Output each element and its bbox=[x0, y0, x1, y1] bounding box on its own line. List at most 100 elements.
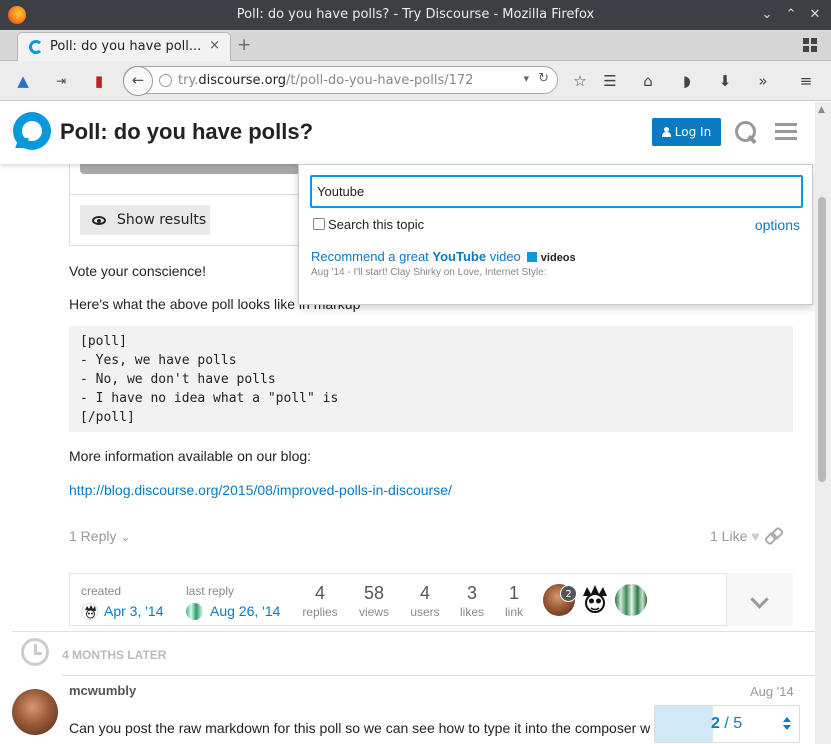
tab-close-icon[interactable]: × bbox=[209, 38, 220, 53]
minimize-icon[interactable]: ⌄ bbox=[757, 5, 777, 25]
heart-icon: ♥ bbox=[751, 528, 760, 544]
like-button[interactable]: 1 Like ♥ bbox=[710, 528, 760, 544]
stat-link-label: link bbox=[504, 605, 523, 619]
overflow-icon[interactable]: » bbox=[751, 69, 775, 93]
divider bbox=[62, 675, 815, 676]
search-topic-label[interactable]: Search this topic bbox=[328, 217, 424, 232]
search-topic-checkbox[interactable] bbox=[313, 218, 325, 230]
scrollbar-thumb[interactable] bbox=[818, 197, 826, 482]
scroll-up-icon[interactable]: ▲ bbox=[818, 105, 825, 115]
participant-avatar[interactable] bbox=[579, 584, 611, 616]
stat-views-label: views bbox=[358, 605, 389, 619]
home-icon[interactable]: ⌂ bbox=[636, 69, 660, 93]
last-reply-label: last reply bbox=[186, 584, 235, 598]
post-date[interactable]: Aug '14 bbox=[750, 684, 794, 699]
poll-divider bbox=[69, 194, 298, 195]
tab-grid-icon[interactable] bbox=[803, 38, 817, 52]
discourse-logo-icon[interactable] bbox=[13, 112, 51, 150]
stat-views-number: 58 bbox=[363, 583, 385, 603]
category-swatch bbox=[526, 252, 537, 262]
participant-avatar[interactable] bbox=[615, 584, 647, 616]
expand-summary-button[interactable] bbox=[726, 573, 793, 626]
globe-icon bbox=[159, 74, 172, 87]
topic-progress[interactable]: 2 / 5 bbox=[654, 705, 800, 743]
last-reply-date[interactable]: Aug 26, '14 bbox=[210, 603, 280, 619]
stat-link-number: 1 bbox=[508, 583, 519, 603]
download-icon[interactable]: ⬇ bbox=[713, 69, 737, 93]
discourse-favicon-icon bbox=[29, 40, 43, 54]
stat-users-label: users bbox=[410, 605, 440, 619]
page-content: Poll: do you have polls? Log In Show res… bbox=[0, 102, 815, 744]
clock-icon bbox=[21, 638, 49, 666]
close-window-icon[interactable]: ✕ bbox=[805, 5, 825, 25]
share-link-icon[interactable] bbox=[765, 527, 781, 543]
post-count-badge: 2 bbox=[560, 585, 577, 602]
search-input[interactable] bbox=[310, 175, 803, 208]
code-block: [poll] - Yes, we have polls - No, we don… bbox=[69, 326, 793, 432]
tab-bar: Poll: do you have poll... × + bbox=[0, 30, 831, 61]
home-arrow-icon[interactable]: ▲ bbox=[11, 69, 35, 93]
result-title-pre: Recommend a great bbox=[311, 249, 433, 264]
pocket-icon[interactable]: ⇥ bbox=[49, 69, 73, 93]
url-domain: discourse.org bbox=[198, 73, 286, 88]
maximize-icon[interactable]: ⌃ bbox=[781, 5, 801, 25]
blog-link[interactable]: http://blog.discourse.org/2015/08/improv… bbox=[69, 482, 452, 498]
tab-active[interactable]: Poll: do you have poll... × bbox=[17, 32, 231, 61]
stat-replies-number: 4 bbox=[314, 583, 325, 603]
eye-icon bbox=[92, 216, 106, 225]
search-result-link[interactable]: Recommend a great YouTube video videos bbox=[311, 249, 576, 264]
show-results-button[interactable]: Show results bbox=[80, 205, 210, 235]
chevron-down-icon: ⌄ bbox=[120, 530, 131, 544]
url-text[interactable]: try.discourse.org/t/poll-do-you-have-pol… bbox=[178, 73, 473, 88]
category-name[interactable]: videos bbox=[541, 252, 576, 264]
time-gap-label: 4 MONTHS LATER bbox=[62, 648, 167, 662]
search-options-link[interactable]: options bbox=[755, 217, 800, 233]
url-path: /t/poll-do-you-have-polls/172 bbox=[285, 73, 474, 88]
navigation-toolbar: ▲ ⇥ ▮ ← try.discourse.org/t/poll-do-you-… bbox=[0, 61, 831, 101]
topic-title[interactable]: Poll: do you have polls? bbox=[60, 119, 313, 145]
url-bar[interactable]: ← try.discourse.org/t/poll-do-you-have-p… bbox=[123, 66, 558, 96]
reading-list-icon[interactable]: ☰ bbox=[598, 69, 622, 93]
updown-arrows-icon[interactable] bbox=[783, 716, 791, 732]
post-paragraph: Vote your conscience! bbox=[69, 263, 206, 279]
bookmark-book-icon[interactable]: ▮ bbox=[87, 69, 111, 93]
search-icon[interactable] bbox=[734, 120, 758, 144]
bookmark-star-icon[interactable]: ☆ bbox=[568, 69, 592, 93]
post-text: Can you post the raw markdown for this p… bbox=[69, 720, 651, 736]
search-panel: Search this topic options Recommend a gr… bbox=[298, 164, 813, 305]
tab-label: Poll: do you have poll... bbox=[50, 39, 202, 54]
login-button[interactable]: Log In bbox=[652, 118, 721, 146]
reload-icon[interactable]: ↻ bbox=[538, 71, 549, 86]
reply-toggle[interactable]: 1 Reply ⌄ bbox=[69, 528, 130, 544]
hamburger-menu-icon[interactable] bbox=[775, 123, 797, 141]
back-button-icon[interactable]: ← bbox=[123, 66, 153, 96]
menu-icon[interactable]: ≡ bbox=[794, 69, 818, 93]
created-date[interactable]: Apr 3, '14 bbox=[104, 603, 164, 619]
rss-icon[interactable]: ◗ bbox=[675, 69, 699, 93]
search-result-meta: Aug '14 - I'll start! Clay Shirky on Lov… bbox=[311, 267, 547, 278]
new-tab-button[interactable]: + bbox=[237, 35, 251, 55]
divider bbox=[12, 631, 815, 632]
like-count: 1 Like bbox=[710, 528, 748, 544]
site-header: Poll: do you have polls? Log In bbox=[0, 102, 815, 164]
topic-summary: created Apr 3, '14 last reply Aug 26, '1… bbox=[69, 573, 793, 626]
progress-separator: / bbox=[719, 715, 734, 732]
stat-users-number: 4 bbox=[419, 583, 430, 603]
progress-text: 2 / 5 bbox=[711, 715, 742, 733]
progress-total: 5 bbox=[733, 715, 743, 732]
url-dropdown-icon[interactable]: ▾ bbox=[523, 72, 529, 85]
result-title-highlight: YouTube bbox=[432, 249, 487, 264]
window-titlebar: Poll: do you have polls? - Try Discourse… bbox=[0, 0, 831, 30]
created-label: created bbox=[81, 584, 122, 598]
post-username[interactable]: mcwumbly bbox=[69, 683, 136, 698]
last-reply-avatar[interactable] bbox=[186, 603, 203, 620]
poll-border bbox=[69, 245, 298, 246]
avatar[interactable] bbox=[12, 689, 58, 735]
url-host: try. bbox=[178, 73, 199, 88]
user-icon bbox=[661, 127, 671, 137]
login-label: Log In bbox=[674, 125, 712, 139]
result-title-post: video bbox=[486, 249, 521, 264]
scrollbar[interactable]: ▲ bbox=[815, 102, 831, 744]
post-paragraph: More information available on our blog: bbox=[69, 448, 312, 464]
creator-avatar[interactable] bbox=[81, 603, 98, 620]
